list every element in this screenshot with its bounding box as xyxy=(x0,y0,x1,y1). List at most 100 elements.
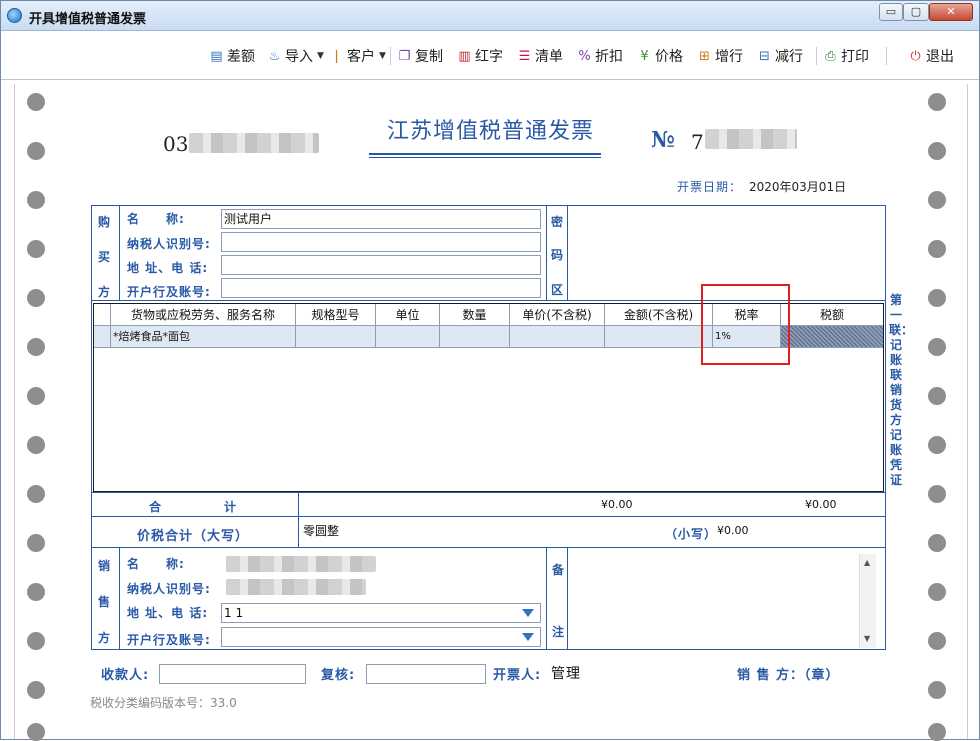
customer-label: 客户 xyxy=(347,49,375,65)
table-cell-goods-name[interactable]: *焙烤食品*面包 xyxy=(111,326,296,348)
perforation-hole xyxy=(928,142,946,160)
invoice-code: 03 xyxy=(163,132,189,156)
table-header-blank xyxy=(94,304,111,326)
perforation-hole xyxy=(27,485,45,503)
customer-icon: ǀ xyxy=(334,48,339,64)
copy-button[interactable]: ❐ 复制 xyxy=(397,45,443,67)
table-cell-unit[interactable] xyxy=(376,326,440,348)
close-button[interactable]: ✕ xyxy=(929,3,973,21)
buyer-side-label: 方 xyxy=(98,285,111,299)
invoice-title: 江苏增值税普通发票 xyxy=(387,119,595,144)
print-label: 打印 xyxy=(841,49,869,65)
add-row-button[interactable]: ⊞ 增行 xyxy=(697,45,743,67)
chevron-down-icon[interactable] xyxy=(522,633,534,641)
scroll-down-icon[interactable]: ▼ xyxy=(864,634,870,643)
cipher-side-label: 码 xyxy=(551,248,564,262)
seller-side-label: 销 xyxy=(98,559,111,573)
seller-stamp-label: 销 售 方：（章） xyxy=(737,668,840,683)
red-letter-label: 红字 xyxy=(475,49,503,65)
payee-input[interactable] xyxy=(159,664,306,684)
remove-row-button[interactable]: ⊟ 减行 xyxy=(757,45,803,67)
exit-icon: ⏻ xyxy=(910,48,921,64)
remarks-scrollbar[interactable]: ▲ ▼ xyxy=(859,554,876,648)
buyer-tax-id-input[interactable] xyxy=(221,232,541,252)
total-amount: ¥0.00 xyxy=(601,498,633,511)
perforation-hole xyxy=(27,632,45,650)
copy-icon: ❐ xyxy=(398,48,411,64)
perforation-hole xyxy=(928,723,946,741)
table-header-unit-price: 单价(不含税) xyxy=(510,304,605,326)
red-letter-button[interactable]: ▥ 红字 xyxy=(457,45,503,67)
grand-total-figure-label: （小写） xyxy=(665,527,718,541)
seller-address-select[interactable]: 1 1 xyxy=(221,603,541,623)
table-header-goods-name: 货物或应税劳务、服务名称 xyxy=(111,304,296,326)
price-button[interactable]: ¥ 价格 xyxy=(637,45,683,67)
seller-name-label: 名 称: xyxy=(127,557,185,571)
seller-address-value: 1 1 xyxy=(224,606,244,620)
buyer-address-input[interactable] xyxy=(221,255,541,275)
buyer-bank-input[interactable] xyxy=(221,278,541,298)
invoice-window: 开具增值税普通发票 ▭ ▢ ✕ ▤ 差额 ♨ 导入 ▼ ǀ 客户 ▼ ❐ 复制 … xyxy=(0,0,980,741)
customer-dropdown-arrow-icon[interactable]: ▼ xyxy=(379,51,386,61)
table-header-spec: 规格型号 xyxy=(296,304,376,326)
seller-bank-label: 开户行及账号: xyxy=(127,633,211,647)
buyer-side-label: 购 xyxy=(98,215,111,229)
perforation-hole xyxy=(27,93,45,111)
table-cell-quantity[interactable] xyxy=(440,326,510,348)
table-header-tax-amount: 税额 xyxy=(781,304,883,326)
remove-row-icon: ⊟ xyxy=(759,48,770,64)
number-symbol: № xyxy=(651,127,675,153)
remove-row-label: 减行 xyxy=(775,49,803,65)
title-bar: 开具增值税普通发票 ▭ ▢ ✕ xyxy=(1,1,979,31)
toolbar-separator xyxy=(390,47,391,65)
toolbar-separator xyxy=(816,47,817,65)
seller-tax-id-label: 纳税人识别号: xyxy=(127,582,211,596)
table-header-quantity: 数量 xyxy=(440,304,510,326)
discount-label: 折扣 xyxy=(595,49,623,65)
frame-line xyxy=(546,547,547,649)
perforation-hole xyxy=(27,289,45,307)
perforation-hole xyxy=(27,240,45,258)
customer-button[interactable]: ǀ 客户 ▼ xyxy=(329,45,386,67)
issue-date-label: 开票日期： xyxy=(677,180,743,194)
frame-line xyxy=(119,205,120,301)
table-cell-unit-price[interactable] xyxy=(510,326,605,348)
perforation-hole xyxy=(928,240,946,258)
exit-button[interactable]: ⏻ 退出 xyxy=(908,45,954,67)
cipher-side-label: 密 xyxy=(551,215,564,229)
issuer-value: 管理 xyxy=(551,666,581,682)
perforation-hole xyxy=(928,681,946,699)
add-row-label: 增行 xyxy=(715,49,743,65)
table-cell-tax-amount[interactable] xyxy=(781,326,883,348)
buyer-tax-id-label: 纳税人识别号: xyxy=(127,237,211,251)
table-cell-spec[interactable] xyxy=(296,326,376,348)
reviewer-input[interactable] xyxy=(366,664,486,684)
tax-code-version: 税收分类编码版本号：33.0 xyxy=(90,696,237,710)
table-row-marker[interactable] xyxy=(94,326,111,348)
toolbar-separator xyxy=(886,47,887,65)
scroll-up-icon[interactable]: ▲ xyxy=(864,558,870,567)
window-title: 开具增值税普通发票 xyxy=(29,12,147,27)
perforation-hole xyxy=(928,387,946,405)
copy-type-note: 第一联：记账联 销货方记账凭证 xyxy=(889,293,914,487)
maximize-button[interactable]: ▢ xyxy=(903,3,929,21)
discount-button[interactable]: % 折扣 xyxy=(577,45,623,67)
print-icon: ⎙ xyxy=(825,48,836,64)
price-label: 价格 xyxy=(655,49,683,65)
invoice-number: 7 xyxy=(691,130,704,154)
buyer-name-input[interactable]: 测试用户 xyxy=(221,209,541,229)
print-button[interactable]: ⎙ 打印 xyxy=(823,45,869,67)
total-label: 合 计 xyxy=(149,500,240,514)
app-logo-icon xyxy=(7,8,22,23)
list-button[interactable]: ☰ 清单 xyxy=(517,45,563,67)
table-cell-amount[interactable] xyxy=(605,326,713,348)
remarks-side-label: 注 xyxy=(552,625,565,639)
seller-address-label: 地 址、电 话: xyxy=(127,606,209,620)
seller-bank-select[interactable] xyxy=(221,627,541,647)
import-button[interactable]: ♨ 导入 ▼ xyxy=(267,45,324,67)
chevron-down-icon[interactable] xyxy=(522,609,534,617)
minimize-button[interactable]: ▭ xyxy=(879,3,903,21)
redacted-seller-tax-id xyxy=(226,579,366,595)
difference-button[interactable]: ▤ 差额 xyxy=(209,45,255,67)
import-dropdown-arrow-icon[interactable]: ▼ xyxy=(317,51,324,61)
